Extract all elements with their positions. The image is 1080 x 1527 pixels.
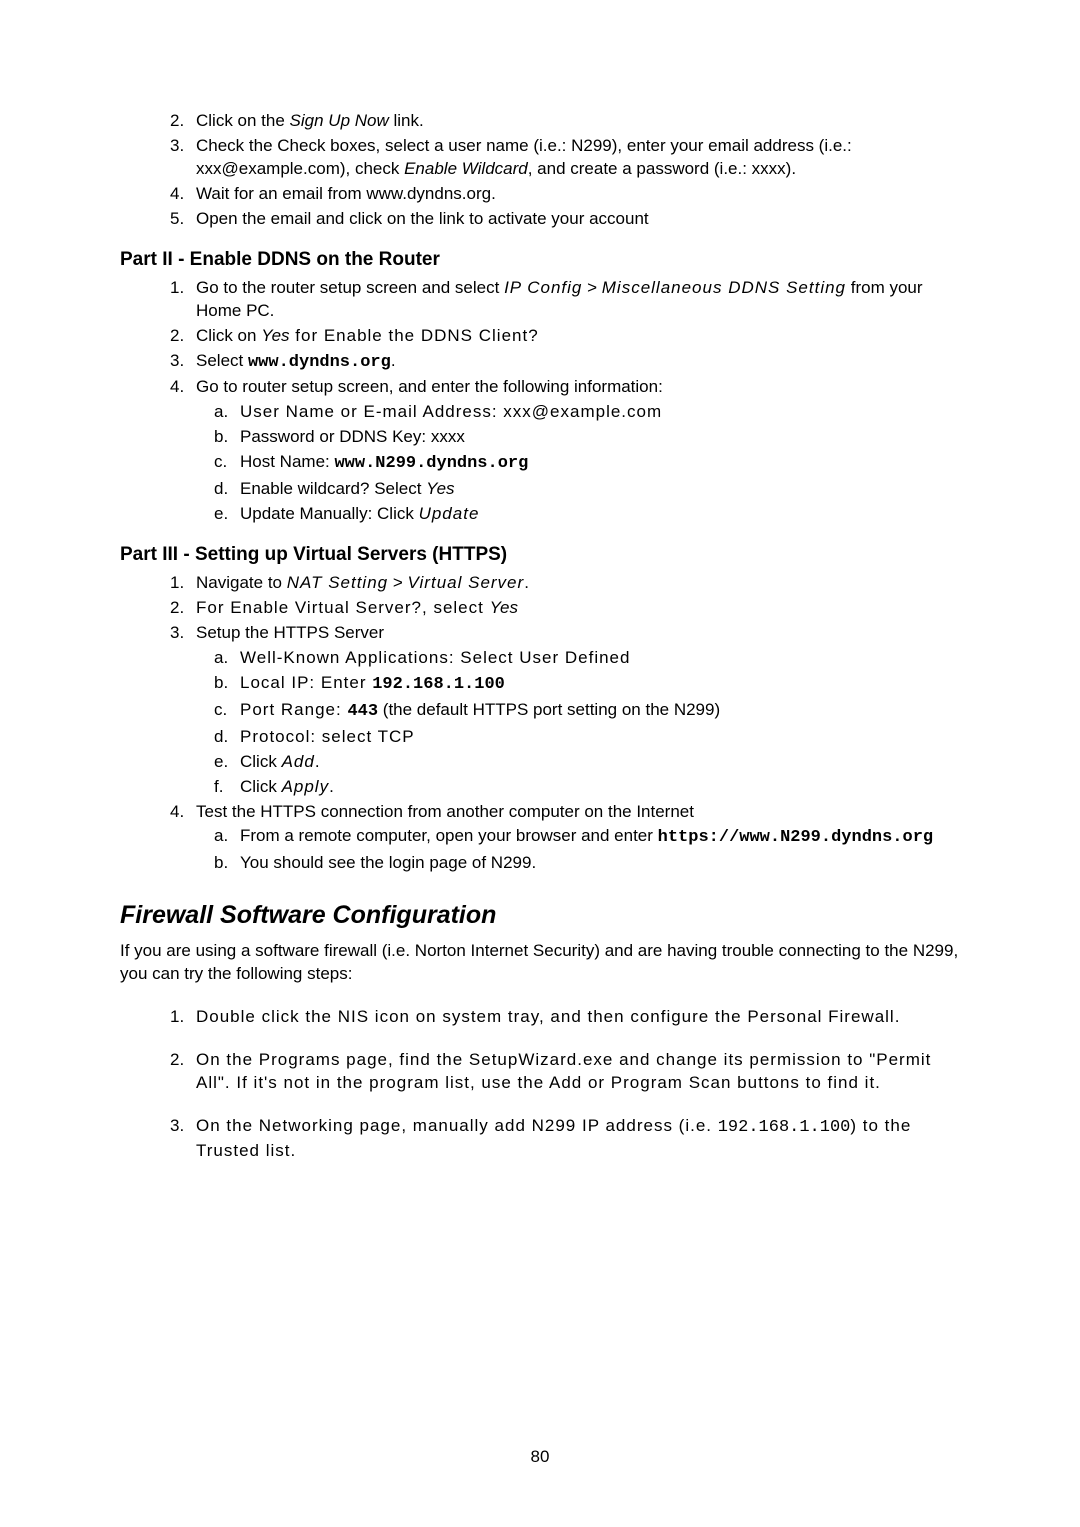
item-num: 2.	[170, 597, 184, 620]
block-a-list: 2.Click on the Sign Up Now link. 3.Check…	[170, 110, 960, 231]
part2-sublist: a.User Name or E-mail Address: xxx@examp…	[170, 401, 960, 526]
part2-heading: Part II - Enable DDNS on the Router	[120, 249, 960, 271]
item-num: c.	[214, 451, 227, 474]
item-num: 1.	[170, 1006, 184, 1029]
item-num: 1.	[170, 277, 184, 300]
item-num: 3.	[170, 135, 184, 158]
part3-list: 1.Navigate to NAT Setting > Virtual Serv…	[170, 572, 960, 645]
item-num: d.	[214, 726, 228, 749]
list-item: b.You should see the login page of N299.	[170, 852, 960, 875]
list-item: a.Well-Known Applications: Select User D…	[170, 647, 960, 670]
list-item: c.Port Range: 443 (the default HTTPS por…	[170, 699, 960, 724]
item-num: c.	[214, 699, 227, 722]
item-num: b.	[214, 672, 228, 695]
item-num: a.	[214, 401, 228, 424]
item-num: 4.	[170, 801, 184, 824]
list-item: 4.Go to router setup screen, and enter t…	[170, 376, 960, 399]
list-item: c.Host Name: www.N299.dyndns.org	[170, 451, 960, 476]
list-item: a.From a remote computer, open your brow…	[170, 825, 960, 850]
firewall-intro: If you are using a software firewall (i.…	[120, 940, 960, 986]
item-num: 2.	[170, 110, 184, 133]
item-num: d.	[214, 478, 228, 501]
item-num: 2.	[170, 1049, 184, 1072]
list-item: d.Protocol: select TCP	[170, 726, 960, 749]
list-item: b.Local IP: Enter 192.168.1.100	[170, 672, 960, 697]
item-num: a.	[214, 825, 228, 848]
list-item: 1.Double click the NIS icon on system tr…	[170, 1006, 960, 1029]
list-item: 5.Open the email and click on the link t…	[170, 208, 960, 231]
part3-item4: 4.Test the HTTPS connection from another…	[170, 801, 960, 824]
item-num: f.	[214, 776, 223, 799]
item-num: e.	[214, 503, 228, 526]
list-item: 3.Check the Check boxes, select a user n…	[170, 135, 960, 181]
item-num: 5.	[170, 208, 184, 231]
list-item: 2.On the Programs page, find the SetupWi…	[170, 1049, 960, 1095]
part3-sublist2: a.From a remote computer, open your brow…	[170, 825, 960, 875]
item-num: e.	[214, 751, 228, 774]
firewall-heading: Firewall Software Configuration	[120, 901, 960, 930]
part3-heading: Part III - Setting up Virtual Servers (H…	[120, 544, 960, 566]
page-number: 80	[0, 1447, 1080, 1467]
list-item: d.Enable wildcard? Select Yes	[170, 478, 960, 501]
list-item: 1.Navigate to NAT Setting > Virtual Serv…	[170, 572, 960, 595]
list-item: 3.Setup the HTTPS Server	[170, 622, 960, 645]
list-item: b.Password or DDNS Key: xxxx	[170, 426, 960, 449]
item-num: 4.	[170, 183, 184, 206]
list-item: 3.On the Networking page, manually add N…	[170, 1115, 960, 1163]
item-num: 3.	[170, 1115, 184, 1138]
list-item: 2.For Enable Virtual Server?, select Yes	[170, 597, 960, 620]
item-num: a.	[214, 647, 228, 670]
item-num: b.	[214, 852, 228, 875]
list-item: e.Click Add.	[170, 751, 960, 774]
list-item: e.Update Manually: Click Update	[170, 503, 960, 526]
list-item: 4.Wait for an email from www.dyndns.org.	[170, 183, 960, 206]
list-item: 2.Click on the Sign Up Now link.	[170, 110, 960, 133]
item-num: 2.	[170, 325, 184, 348]
list-item: 2.Click on Yes for Enable the DDNS Clien…	[170, 325, 960, 348]
item-num: 3.	[170, 350, 184, 373]
list-item: 3.Select www.dyndns.org.	[170, 350, 960, 375]
item-num: 4.	[170, 376, 184, 399]
part3-sublist: a.Well-Known Applications: Select User D…	[170, 647, 960, 799]
item-num: 3.	[170, 622, 184, 645]
list-item: a.User Name or E-mail Address: xxx@examp…	[170, 401, 960, 424]
list-item: 4.Test the HTTPS connection from another…	[170, 801, 960, 824]
item-num: 1.	[170, 572, 184, 595]
list-item: 1.Go to the router setup screen and sele…	[170, 277, 960, 323]
item-num: b.	[214, 426, 228, 449]
list-item: f.Click Apply.	[170, 776, 960, 799]
firewall-list: 1.Double click the NIS icon on system tr…	[170, 1006, 960, 1163]
part2-list: 1.Go to the router setup screen and sele…	[170, 277, 960, 400]
